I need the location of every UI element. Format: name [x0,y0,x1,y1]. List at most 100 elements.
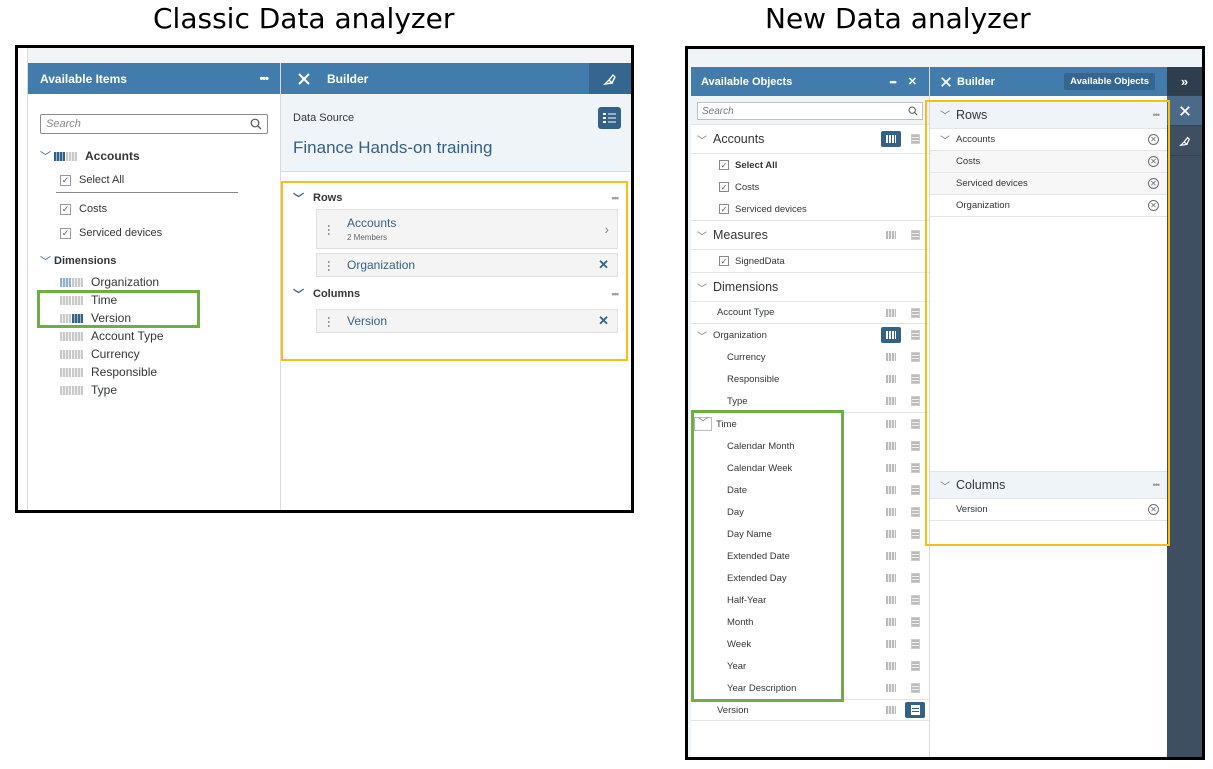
columns-toggle-button[interactable] [905,570,925,586]
tree-node-dimensions[interactable]: ﹀ Dimensions [40,249,280,273]
columns-toggle-button[interactable] [905,636,925,652]
rows-toggle-button[interactable] [881,702,901,718]
columns-toggle-button[interactable] [905,680,925,696]
drag-handle-icon[interactable]: ⋯ [322,316,336,326]
rows-toggle-button[interactable] [881,680,901,696]
checkbox-serviced-devices[interactable]: ✓ Serviced devices [691,198,929,220]
dimension-version[interactable]: Version [691,699,929,721]
section-dimensions[interactable]: ﹀ Dimensions [691,272,929,302]
columns-toggle-button[interactable] [905,438,925,454]
dimension-responsible[interactable]: Responsible [40,363,280,381]
tree-node-accounts[interactable]: ﹀ Accounts [40,144,280,168]
rows-toggle-button[interactable] [881,636,901,652]
chevron-down-icon[interactable]: ﹀ [691,280,713,295]
axis-toggle-icon[interactable] [60,277,83,287]
checkbox-icon[interactable]: ✓ [719,204,729,214]
columns-toggle-button[interactable] [905,371,925,387]
columns-toggle-button[interactable] [905,393,925,409]
rows-toggle-button[interactable] [881,614,901,630]
columns-toggle-button[interactable] [905,227,925,243]
rows-toggle-button[interactable] [881,349,901,365]
chevron-down-icon[interactable]: ﹀ [293,286,307,302]
columns-toggle-button[interactable] [905,349,925,365]
search-input[interactable]: Search [40,114,268,134]
axis-toggle-icon[interactable] [60,331,83,341]
available-objects-button[interactable]: Available Objects [1064,73,1155,90]
columns-section-header[interactable]: ﹀ Columns ••• [293,283,620,305]
checkbox-icon[interactable]: ✓ [60,203,71,215]
drag-handle-icon[interactable]: ⋯ [322,260,336,270]
search-icon[interactable] [250,118,262,130]
rows-toggle-button[interactable] [881,592,901,608]
axis-toggle-icon[interactable] [60,367,83,377]
close-icon[interactable]: ✕ [908,75,917,88]
axis-toggle-icon[interactable] [54,151,77,161]
dimension-child[interactable]: Currency [691,346,929,368]
columns-toggle-button[interactable] [905,592,925,608]
checkbox-icon[interactable]: ✓ [719,182,729,192]
section-measures[interactable]: ﹀ Measures [691,220,929,250]
chevron-down-icon[interactable]: ﹀ [40,253,54,269]
rows-toggle-button[interactable] [881,504,901,520]
builder-tab-button[interactable] [1167,96,1202,126]
checkbox-serviced-devices[interactable]: ✓ Serviced devices [40,221,280,245]
chevron-down-icon[interactable]: ﹀ [691,228,713,243]
close-icon[interactable]: ✕ [598,313,609,329]
dimension-organization[interactable]: ﹀ Organization [691,324,929,346]
search-icon[interactable] [908,106,918,116]
columns-toggle-button[interactable] [905,460,925,476]
rows-toggle-button[interactable] [881,658,901,674]
rows-toggle-button[interactable] [881,526,901,542]
dimension-type[interactable]: Type [40,381,280,399]
columns-toggle-button[interactable] [905,482,925,498]
rows-toggle-button[interactable] [881,227,901,243]
dimension-organization[interactable]: Organization [40,273,280,291]
checkbox-icon[interactable]: ✓ [60,227,71,239]
close-icon[interactable]: ✕ [598,257,609,273]
row-chip-accounts[interactable]: ⋯ Accounts 2 Members › [316,209,618,249]
styling-tab-button[interactable] [1167,126,1202,156]
row-chip-organization[interactable]: ⋯ Organization ✕ [316,253,618,277]
rows-toggle-button[interactable] [881,327,901,343]
dimension-child[interactable]: Type [691,390,929,412]
columns-toggle-button[interactable] [905,504,925,520]
rows-toggle-button[interactable] [881,438,901,454]
chevron-down-icon[interactable]: ﹀ [40,148,54,164]
more-icon[interactable]: ••• [889,77,897,87]
column-chip-version[interactable]: ⋯ Version ✕ [316,309,618,333]
checkbox-icon[interactable]: ✓ [719,160,729,170]
rows-toggle-button[interactable] [881,393,901,409]
dimension-currency[interactable]: Currency [40,345,280,363]
rows-toggle-button[interactable] [881,371,901,387]
more-icon[interactable]: ••• [612,193,620,203]
dimension-account-type[interactable]: Account Type [691,302,929,324]
data-source-list-button[interactable] [598,107,621,129]
rows-toggle-button[interactable] [881,305,901,321]
drag-handle-icon[interactable]: ⋯ [322,224,336,234]
columns-toggle-button[interactable] [905,131,925,147]
rows-toggle-button[interactable] [881,131,901,147]
columns-toggle-button[interactable] [905,658,925,674]
rows-toggle-button[interactable] [881,548,901,564]
columns-toggle-button[interactable] [905,305,925,321]
expand-button[interactable]: » [1167,67,1202,96]
checkbox-icon[interactable]: ✓ [719,256,729,266]
chevron-down-icon[interactable]: ﹀ [691,132,713,147]
rows-toggle-button[interactable] [881,460,901,476]
checkbox-select-all[interactable]: ✓ Select All [40,168,280,192]
rows-toggle-button[interactable] [881,482,901,498]
chevron-down-icon[interactable]: ﹀ [691,328,713,343]
chevron-down-icon[interactable]: ﹀ [293,190,307,206]
dimension-account-type[interactable]: Account Type [40,327,280,345]
columns-toggle-button[interactable] [905,702,925,718]
styling-button[interactable] [589,63,631,94]
chevron-right-icon[interactable]: › [604,221,609,237]
more-icon[interactable]: ••• [612,289,620,299]
columns-toggle-button[interactable] [905,416,925,432]
checkbox-signeddata[interactable]: ✓ SignedData [691,250,929,272]
checkbox-costs[interactable]: ✓ Costs [40,197,280,221]
columns-toggle-button[interactable] [905,526,925,542]
columns-toggle-button[interactable] [905,327,925,343]
checkbox-select-all[interactable]: ✓ Select All [691,154,929,176]
search-input[interactable]: Search [697,102,923,120]
